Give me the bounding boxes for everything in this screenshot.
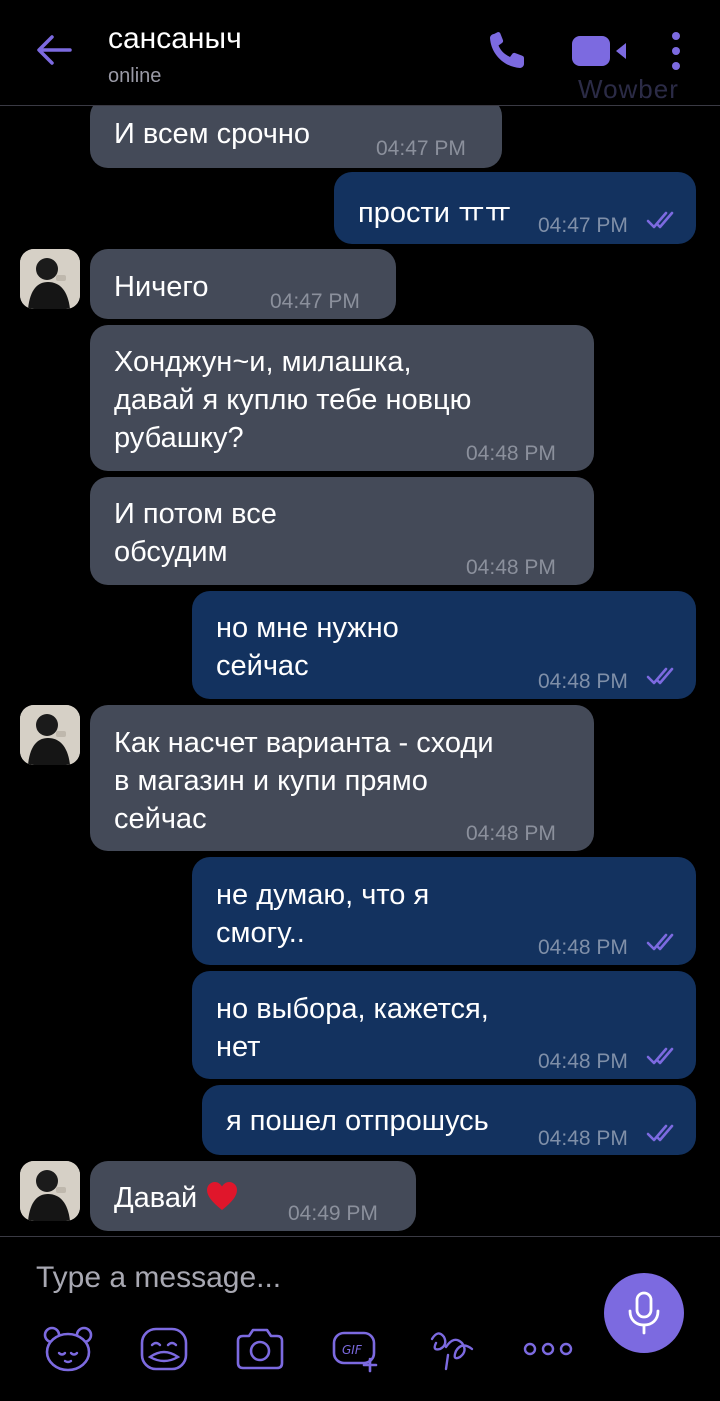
message-time: 04:48 PM <box>538 670 628 693</box>
sticker-face-icon[interactable] <box>138 1325 190 1373</box>
avatar[interactable] <box>20 1161 80 1221</box>
more-vertical-icon[interactable] <box>668 30 684 72</box>
read-receipt-icon <box>646 1124 674 1142</box>
message-bubble-incoming[interactable]: Давай 04:49 PM <box>90 1161 416 1231</box>
message-text: Как насчет варианта - сходи в магазин и … <box>114 727 494 835</box>
message-time: 04:49 PM <box>288 1202 378 1225</box>
message-time: 04:47 PM <box>376 137 466 160</box>
avatar-photo <box>20 705 80 765</box>
avatar[interactable] <box>20 705 80 765</box>
message-composer: GIF <box>0 1236 720 1401</box>
read-receipt-icon <box>646 1047 674 1065</box>
message-bubble-incoming[interactable]: Как насчет варианта - сходи в магазин и … <box>90 705 594 851</box>
read-receipt-icon <box>646 667 674 685</box>
message-list[interactable]: И всем срочно 04:47 PM прости ㅠㅠ 04:47 P… <box>0 0 720 1236</box>
bear-sticker-icon[interactable] <box>42 1325 94 1373</box>
message-text: но мне нужно сейчас <box>216 612 399 682</box>
message-time: 04:48 PM <box>466 442 556 465</box>
chat-header: сансаныч online Wowber <box>0 0 720 106</box>
arrow-left-icon[interactable] <box>34 30 74 70</box>
message-bubble-incoming[interactable]: Ничего 04:47 PM <box>90 249 396 319</box>
message-text: Хонджун~и, милашка, давай я куплю тебе н… <box>114 346 472 454</box>
message-time: 04:48 PM <box>466 556 556 579</box>
more-horizontal-icon[interactable] <box>522 1325 574 1373</box>
message-text: Ничего <box>114 271 209 303</box>
message-time: 04:48 PM <box>538 1050 628 1073</box>
message-bubble-incoming[interactable]: Хонджун~и, милашка, давай я куплю тебе н… <box>90 325 594 471</box>
read-receipt-icon <box>646 933 674 951</box>
message-bubble-incoming[interactable]: И всем срочно 04:47 PM <box>90 98 502 168</box>
message-text: не думаю, что я смогу.. <box>216 879 430 949</box>
message-text: И потом все обсудим <box>114 498 277 568</box>
message-time: 04:48 PM <box>538 1127 628 1150</box>
message-time: 04:48 PM <box>538 936 628 959</box>
microphone-button[interactable] <box>604 1273 684 1353</box>
phone-icon[interactable] <box>486 28 530 72</box>
message-bubble-outgoing[interactable]: я пошел отпрошусь 04:48 PM <box>202 1085 696 1155</box>
message-text: но выбора, кажется, нет <box>216 993 489 1063</box>
message-time: 04:47 PM <box>538 214 628 237</box>
message-text: Давай <box>114 1182 198 1214</box>
message-bubble-outgoing[interactable]: не думаю, что я смогу.. 04:48 PM <box>192 857 696 965</box>
microphone-icon <box>628 1291 660 1335</box>
avatar-photo <box>20 1161 80 1221</box>
doodle-icon[interactable] <box>426 1325 478 1373</box>
message-bubble-incoming[interactable]: И потом все обсудим 04:48 PM <box>90 477 594 585</box>
message-text: прости ㅠㅠ <box>358 197 512 229</box>
message-text: я пошел отпрошусь <box>226 1105 489 1137</box>
message-bubble-outgoing[interactable]: но выбора, кажется, нет 04:48 PM <box>192 971 696 1079</box>
brand-watermark: Wowber <box>578 74 679 104</box>
heart-emoji-icon <box>207 1182 237 1210</box>
message-input[interactable] <box>34 1255 558 1301</box>
video-camera-icon[interactable] <box>570 34 628 68</box>
svg-text:GIF: GIF <box>342 1343 363 1357</box>
gif-icon[interactable]: GIF <box>330 1325 382 1373</box>
message-text: И всем срочно <box>114 118 310 150</box>
avatar-photo <box>20 249 80 309</box>
message-bubble-outgoing[interactable]: но мне нужно сейчас 04:48 PM <box>192 591 696 699</box>
camera-icon[interactable] <box>234 1325 286 1373</box>
contact-name[interactable]: сансаныч <box>108 22 242 56</box>
message-bubble-outgoing[interactable]: прости ㅠㅠ 04:47 PM <box>334 172 696 244</box>
avatar[interactable] <box>20 249 80 309</box>
message-time: 04:47 PM <box>270 290 360 313</box>
message-time: 04:48 PM <box>466 822 556 845</box>
read-receipt-icon <box>646 211 674 229</box>
contact-status: online <box>108 65 162 87</box>
